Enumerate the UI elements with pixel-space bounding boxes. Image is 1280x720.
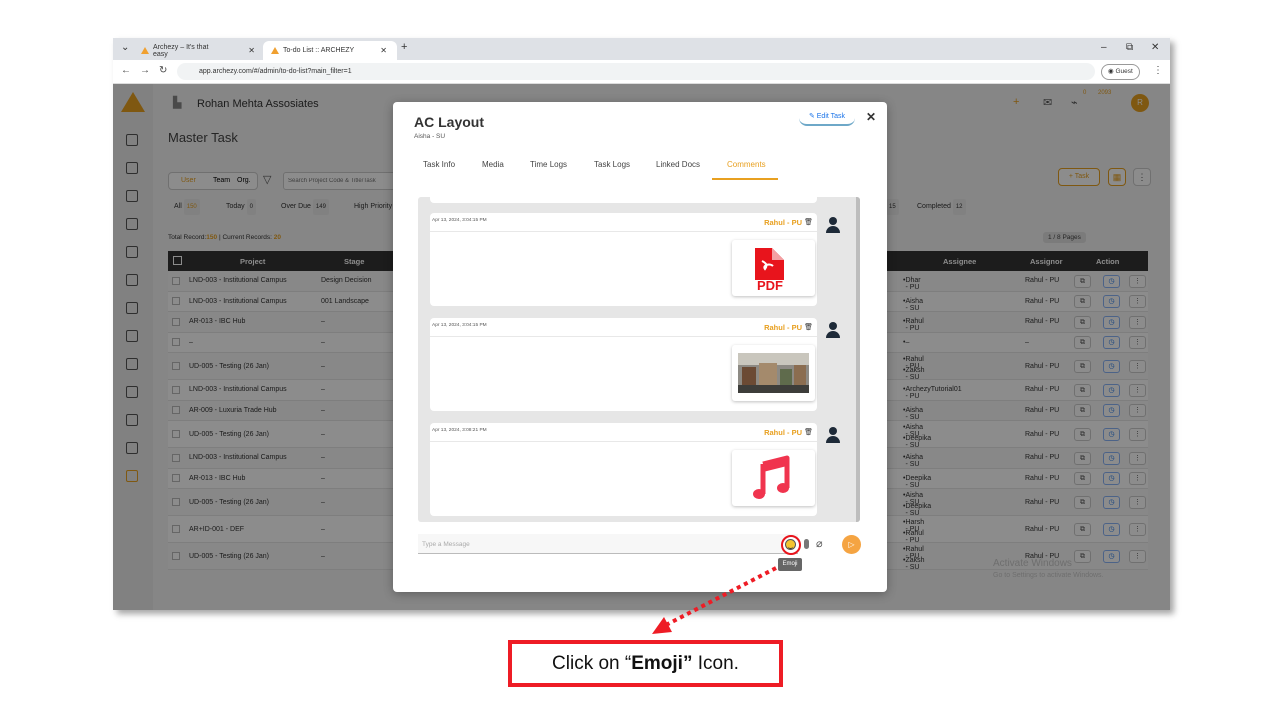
instruction-callout: Click on “Emoji” Icon.	[508, 640, 783, 687]
callout-bold: Emoji”	[631, 653, 693, 674]
pointer-arrow	[652, 566, 777, 634]
callout-suffix: Icon.	[692, 653, 739, 674]
callout-prefix: Click on “	[552, 653, 632, 674]
